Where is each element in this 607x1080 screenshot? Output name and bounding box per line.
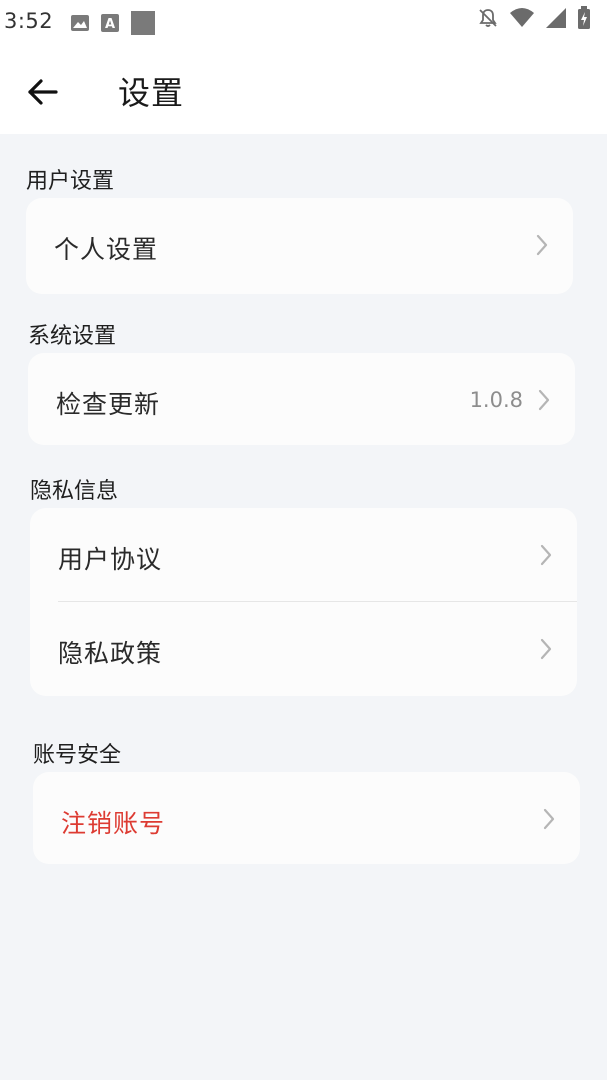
row-personal-settings[interactable]: 个人设置: [26, 198, 573, 292]
delete-account-label: 注销账号: [61, 809, 166, 838]
svg-text:A: A: [105, 17, 115, 32]
status-time: 3:52: [4, 9, 54, 33]
row-label: 隐私政策: [58, 639, 163, 668]
square-icon: [131, 11, 155, 35]
row-delete-account[interactable]: 注销账号: [33, 772, 580, 866]
card-privacy-info: 用户协议 隐私政策: [30, 508, 577, 696]
section-title-privacy-info: 隐私信息: [30, 479, 119, 504]
version-value: 1.0.8: [469, 388, 523, 412]
row-label: 个人设置: [54, 235, 159, 264]
page-title: 设置: [118, 74, 185, 112]
battery-charging-icon: [578, 6, 590, 29]
card-system-settings: 检查更新 1.0.8: [28, 353, 575, 445]
row-label: 检查更新: [56, 390, 161, 419]
signal-icon: [546, 8, 566, 28]
app-header: 设置: [0, 46, 607, 134]
row-check-update[interactable]: 检查更新 1.0.8: [28, 353, 575, 447]
row-label: 用户协议: [58, 545, 163, 574]
status-right-icons: [477, 6, 591, 30]
wifi-icon: [510, 8, 534, 27]
chevron-right-icon: [538, 389, 550, 411]
chevron-right-icon: [540, 638, 552, 660]
chevron-right-icon: [536, 234, 548, 256]
chevron-right-icon: [540, 544, 552, 566]
row-user-agreement[interactable]: 用户协议: [30, 508, 577, 602]
card-user-settings: 个人设置: [26, 198, 573, 294]
text-a-icon: A: [101, 14, 119, 32]
status-bar: 3:52 A: [0, 0, 607, 46]
section-title-system-settings: 系统设置: [28, 324, 117, 349]
card-account-security: 注销账号: [33, 772, 580, 864]
arrow-left-icon: [28, 79, 58, 105]
section-title-user-settings: 用户设置: [26, 169, 115, 194]
row-privacy-policy[interactable]: 隐私政策: [30, 602, 577, 696]
status-left-icons: A: [70, 10, 156, 36]
section-title-account-security: 账号安全: [33, 743, 122, 768]
chevron-right-icon: [543, 808, 555, 830]
image-icon: [71, 15, 89, 31]
bell-off-icon: [479, 9, 497, 27]
back-button[interactable]: [22, 72, 62, 112]
